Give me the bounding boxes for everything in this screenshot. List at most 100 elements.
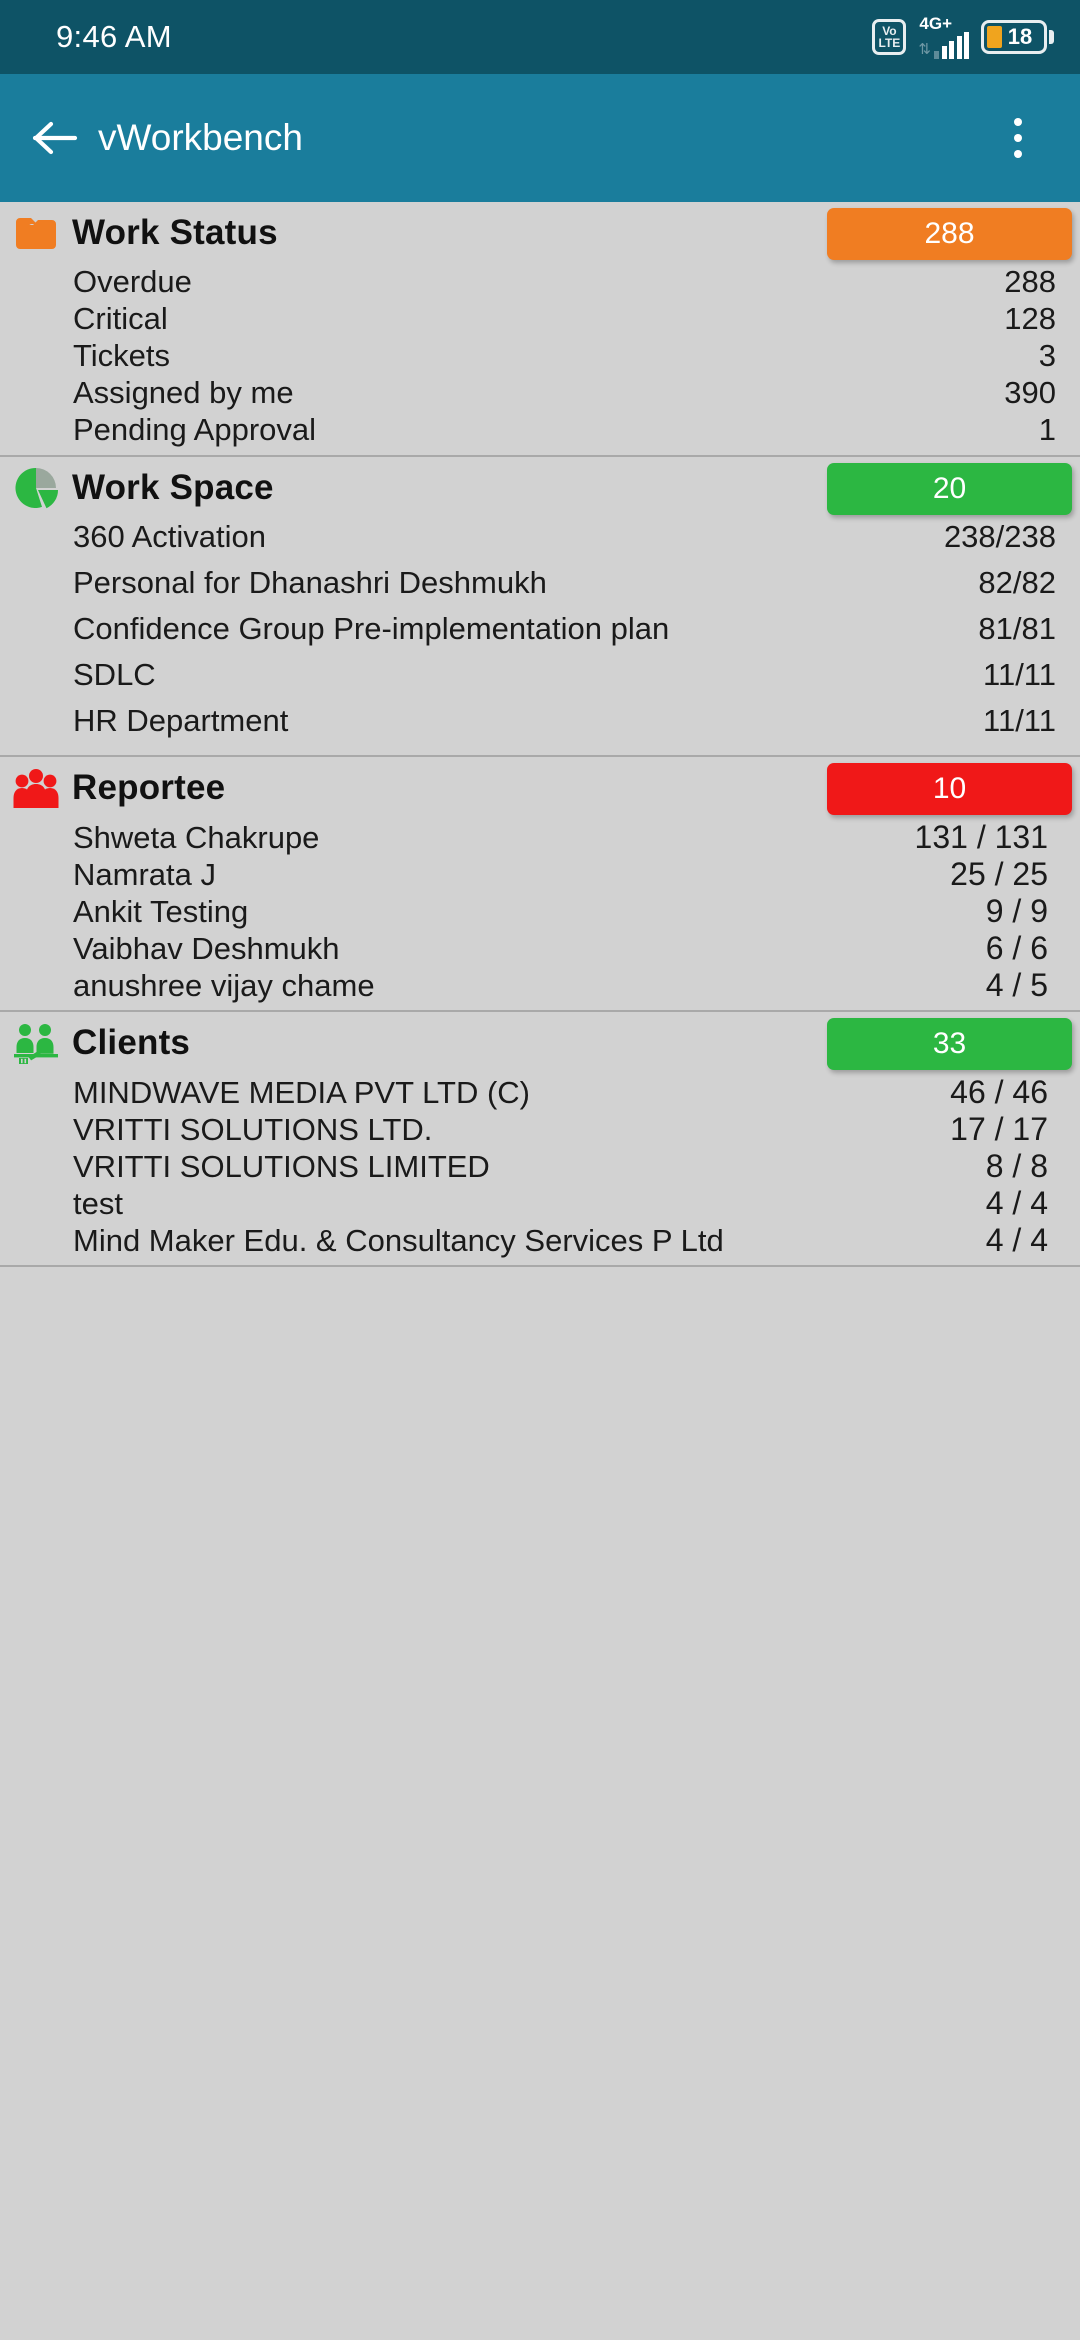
row-value: 3 bbox=[1038, 338, 1056, 373]
clients-rows: MINDWAVE MEDIA PVT LTD (C) 46 / 46 VRITT… bbox=[0, 1074, 1080, 1259]
page-title: vWorkbench bbox=[98, 117, 303, 158]
row-label: Critical bbox=[73, 301, 168, 336]
folder-icon bbox=[10, 207, 62, 259]
dashboard-content: Work Status 288 Overdue 288 Critical 128… bbox=[0, 202, 1080, 1827]
row-value: 238/238 bbox=[943, 519, 1056, 554]
section-header-clients[interactable]: Clients 33 bbox=[0, 1012, 1080, 1074]
row-value: 1 bbox=[1038, 412, 1056, 447]
row-value: 390 bbox=[1004, 375, 1056, 410]
row-value: 81/81 bbox=[978, 611, 1056, 646]
list-item[interactable]: HR Department 11/11 bbox=[0, 703, 1068, 749]
empty-area bbox=[0, 1267, 1080, 1827]
signal-bars-icon: 4G+ ⇅ bbox=[918, 15, 969, 59]
row-label: Personal for Dhanashri Deshmukh bbox=[73, 565, 547, 600]
network-type-label: 4G+ bbox=[919, 14, 953, 33]
section-header-work-space[interactable]: Work Space 20 bbox=[0, 457, 1080, 519]
row-value: 4 / 4 bbox=[985, 1222, 1048, 1258]
list-item[interactable]: VRITTI SOLUTIONS LTD. 17 / 17 bbox=[0, 1111, 1068, 1148]
row-label: Mind Maker Edu. & Consultancy Services P… bbox=[73, 1223, 724, 1258]
list-item[interactable]: Confidence Group Pre-implementation plan… bbox=[0, 611, 1068, 657]
section-badge-reportee[interactable]: 10 bbox=[827, 763, 1072, 815]
row-value: 11/11 bbox=[983, 703, 1056, 738]
app-screen: 9:46 AM Vo LTE 4G+ ⇅ 18 vWorkbench Work … bbox=[0, 0, 1080, 2340]
list-item[interactable]: anushree vijay chame 4 / 5 bbox=[0, 967, 1068, 1004]
list-item[interactable]: Shweta Chakrupe 131 / 131 bbox=[0, 819, 1068, 856]
back-button[interactable] bbox=[22, 105, 88, 171]
section-title: Clients bbox=[72, 1023, 191, 1062]
row-value: 82/82 bbox=[978, 565, 1056, 600]
row-label: HR Department bbox=[73, 703, 289, 738]
row-label: VRITTI SOLUTIONS LTD. bbox=[73, 1112, 433, 1147]
row-label: test bbox=[73, 1186, 123, 1221]
more-vertical-icon-dot bbox=[1014, 150, 1022, 158]
overflow-menu-button[interactable] bbox=[990, 105, 1046, 171]
work-status-rows: Overdue 288 Critical 128 Tickets 3 Assig… bbox=[0, 264, 1080, 449]
section-work-space: Work Space 20 360 Activation 238/238 Per… bbox=[0, 455, 1080, 755]
section-header-reportee[interactable]: Reportee 10 bbox=[0, 757, 1080, 819]
signal-strength-bars bbox=[934, 32, 969, 59]
list-item[interactable]: test 4 / 4 bbox=[0, 1185, 1068, 1222]
row-label: MINDWAVE MEDIA PVT LTD (C) bbox=[73, 1075, 530, 1110]
row-label: Pending Approval bbox=[73, 412, 317, 447]
section-badge-clients[interactable]: 33 bbox=[827, 1018, 1072, 1070]
battery-tip bbox=[1049, 30, 1054, 44]
battery-icon: 18 bbox=[981, 20, 1054, 54]
section-title: Reportee bbox=[72, 768, 226, 807]
list-item[interactable]: Personal for Dhanashri Deshmukh 82/82 bbox=[0, 565, 1068, 611]
section-badge-work-space[interactable]: 20 bbox=[827, 463, 1072, 515]
people-group-icon bbox=[10, 762, 62, 814]
row-label: Overdue bbox=[73, 264, 192, 299]
status-bar-clock: 9:46 AM bbox=[56, 19, 172, 54]
list-item[interactable]: Vaibhav Deshmukh 6 / 6 bbox=[0, 930, 1068, 967]
row-label: Ankit Testing bbox=[73, 894, 249, 929]
section-header-work-status[interactable]: Work Status 288 bbox=[0, 202, 1080, 264]
row-label: Namrata J bbox=[73, 857, 216, 892]
row-label: Assigned by me bbox=[73, 375, 294, 410]
data-transfer-icon: ⇅ bbox=[918, 41, 931, 58]
row-value: 25 / 25 bbox=[950, 856, 1048, 892]
clients-meeting-icon bbox=[10, 1017, 62, 1069]
row-value: 11/11 bbox=[983, 657, 1056, 692]
row-value: 4 / 5 bbox=[985, 967, 1048, 1003]
section-work-status: Work Status 288 Overdue 288 Critical 128… bbox=[0, 202, 1080, 455]
row-label: 360 Activation bbox=[73, 519, 267, 554]
status-bar: 9:46 AM Vo LTE 4G+ ⇅ 18 bbox=[0, 0, 1080, 74]
work-space-rows: 360 Activation 238/238 Personal for Dhan… bbox=[0, 519, 1080, 749]
section-title: Work Status bbox=[72, 213, 278, 252]
pie-chart-icon bbox=[10, 462, 62, 514]
row-label: SDLC bbox=[73, 657, 156, 692]
row-label: anushree vijay chame bbox=[73, 968, 375, 1003]
list-item[interactable]: SDLC 11/11 bbox=[0, 657, 1068, 703]
more-vertical-icon-dot bbox=[1014, 118, 1022, 126]
volte-icon-bottom-label: LTE bbox=[878, 36, 901, 50]
row-value: 288 bbox=[1004, 264, 1056, 299]
row-label: Tickets bbox=[73, 338, 171, 373]
battery-body: 18 bbox=[981, 20, 1047, 54]
list-item[interactable]: Mind Maker Edu. & Consultancy Services P… bbox=[0, 1222, 1068, 1259]
list-item[interactable]: VRITTI SOLUTIONS LIMITED 8 / 8 bbox=[0, 1148, 1068, 1185]
row-value: 17 / 17 bbox=[950, 1111, 1048, 1147]
list-item[interactable]: Overdue 288 bbox=[0, 264, 1068, 301]
row-value: 6 / 6 bbox=[985, 930, 1048, 966]
section-clients: Clients 33 MINDWAVE MEDIA PVT LTD (C) 46… bbox=[0, 1010, 1080, 1267]
list-item[interactable]: Namrata J 25 / 25 bbox=[0, 856, 1068, 893]
row-value: 4 / 4 bbox=[985, 1185, 1048, 1221]
list-item[interactable]: Critical 128 bbox=[0, 301, 1068, 338]
row-label: VRITTI SOLUTIONS LIMITED bbox=[73, 1149, 490, 1184]
list-item[interactable]: MINDWAVE MEDIA PVT LTD (C) 46 / 46 bbox=[0, 1074, 1068, 1111]
row-value: 8 / 8 bbox=[985, 1148, 1048, 1184]
reportee-rows: Shweta Chakrupe 131 / 131 Namrata J 25 /… bbox=[0, 819, 1080, 1004]
list-item[interactable]: Assigned by me 390 bbox=[0, 375, 1068, 412]
list-item[interactable]: Ankit Testing 9 / 9 bbox=[0, 893, 1068, 930]
section-badge-work-status[interactable]: 288 bbox=[827, 208, 1072, 260]
list-item[interactable]: Pending Approval 1 bbox=[0, 412, 1068, 449]
battery-percent-label: 18 bbox=[1007, 24, 1033, 49]
status-bar-icons: Vo LTE 4G+ ⇅ 18 bbox=[872, 15, 1054, 59]
more-vertical-icon-dot bbox=[1014, 134, 1022, 142]
arrow-back-icon bbox=[32, 121, 78, 155]
volte-icon: Vo LTE bbox=[872, 19, 907, 55]
list-item[interactable]: 360 Activation 238/238 bbox=[0, 519, 1068, 565]
row-value: 9 / 9 bbox=[985, 893, 1048, 929]
list-item[interactable]: Tickets 3 bbox=[0, 338, 1068, 375]
row-value: 46 / 46 bbox=[950, 1074, 1048, 1110]
